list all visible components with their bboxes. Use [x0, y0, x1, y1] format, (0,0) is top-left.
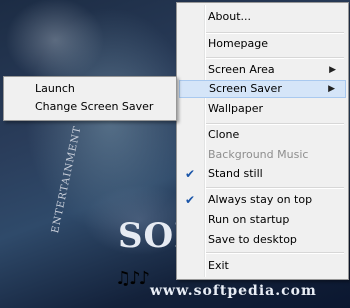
menu-item-label: Launch	[35, 82, 75, 95]
music-notes-graphic: ♫♪♪	[115, 268, 150, 289]
checkmark-icon: ✔	[185, 193, 196, 207]
menu-item-label: Exit	[208, 259, 229, 272]
menu-separator	[206, 252, 344, 254]
menu-separator	[206, 123, 344, 125]
menu-item-about[interactable]: About...	[179, 8, 346, 26]
checkmark-icon: ✔	[185, 167, 196, 181]
menu-item-run-on-startup[interactable]: Run on startup	[179, 211, 346, 229]
menu-item-label: Clone	[208, 128, 240, 141]
menu-item-label: Stand still	[208, 167, 263, 180]
menu-item-stand-still[interactable]: ✔ Stand still	[179, 165, 346, 183]
menu-separator	[206, 187, 344, 189]
submenu-arrow-icon: ▶	[329, 65, 336, 75]
menu-item-label: Wallpaper	[208, 102, 264, 115]
menu-item-homepage[interactable]: Homepage	[179, 35, 346, 53]
submenu-arrow-icon: ▶	[328, 84, 335, 94]
menu-item-label: Change Screen Saver	[35, 100, 154, 113]
submenu-item-change-screen-saver[interactable]: Change Screen Saver	[6, 98, 174, 116]
menu-item-label: Run on startup	[208, 213, 290, 226]
menu-item-screen-area[interactable]: Screen Area ▶	[179, 61, 346, 79]
menu-item-label: Screen Saver	[209, 82, 282, 95]
menu-item-label: Save to desktop	[208, 233, 297, 246]
menu-item-save-to-desktop[interactable]: Save to desktop	[179, 231, 346, 249]
menu-item-label: Screen Area	[208, 63, 275, 76]
menu-item-wallpaper[interactable]: Wallpaper	[179, 100, 346, 118]
menu-separator	[206, 57, 344, 59]
menu-item-clone[interactable]: Clone	[179, 126, 346, 144]
background-url-text: www.softpedia.com	[150, 283, 317, 299]
screen-saver-submenu: Launch Change Screen Saver	[3, 76, 177, 121]
menu-item-label: Always stay on top	[208, 193, 313, 206]
context-menu: About... Homepage Screen Area ▶ Screen S…	[176, 2, 349, 280]
menu-item-label: Background Music	[208, 148, 309, 161]
menu-item-background-music: Background Music	[179, 146, 346, 164]
menu-item-label: Homepage	[208, 37, 268, 50]
submenu-item-launch[interactable]: Launch	[6, 80, 174, 98]
menu-item-exit[interactable]: Exit	[179, 257, 346, 275]
menu-item-screen-saver[interactable]: Screen Saver ▶	[179, 80, 346, 98]
menu-separator	[206, 32, 344, 34]
menu-item-label: About...	[208, 10, 252, 23]
menu-item-always-on-top[interactable]: ✔ Always stay on top	[179, 191, 346, 209]
